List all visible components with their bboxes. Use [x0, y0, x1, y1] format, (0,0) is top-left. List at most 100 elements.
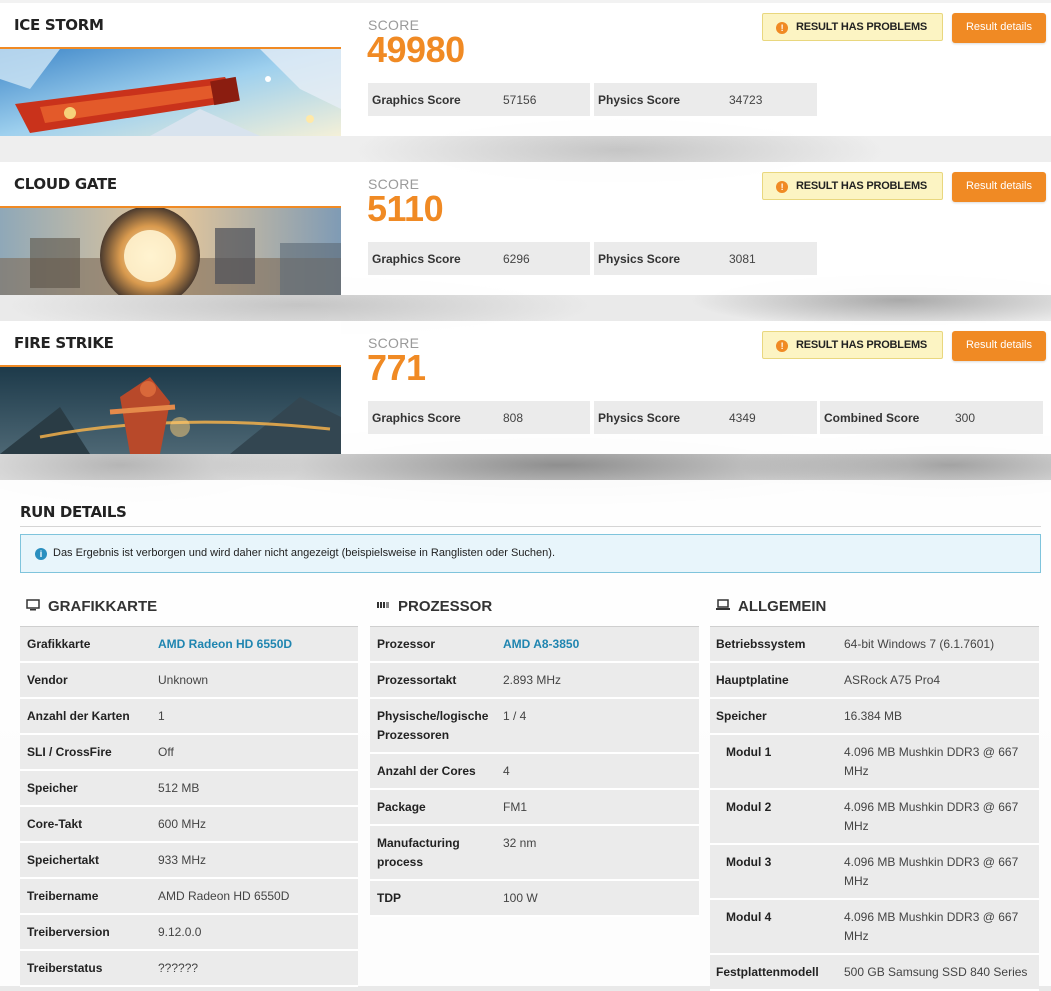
subscore-value: 6296 — [503, 252, 530, 266]
row-value: 600 MHz — [158, 817, 207, 831]
table-row: Treiberversion 9.12.0.0 — [20, 915, 358, 951]
general-table: Betriebssystem 64-bit Windows 7 (6.1.760… — [710, 626, 1039, 991]
physics-score: Physics Score 34723 — [594, 83, 817, 116]
row-value: 933 MHz — [158, 853, 207, 867]
physics-score: Physics Score 3081 — [594, 242, 817, 275]
table-row: Anzahl der Cores 4 — [370, 754, 699, 790]
result-details-button[interactable]: Result details — [952, 331, 1046, 361]
row-key: Festplattenmodell — [716, 965, 819, 979]
subscore-label: Physics Score — [598, 252, 681, 266]
subscore-label: Graphics Score — [372, 252, 461, 266]
row-value: 9.12.0.0 — [158, 925, 202, 939]
result-problems-badge[interactable]: ! RESULT HAS PROBLEMS — [762, 331, 943, 359]
laptop-icon — [716, 599, 730, 610]
benchmark-result: SCORE 5110 ! RESULT HAS PROBLEMS Result … — [341, 162, 1051, 295]
subscore-label: Graphics Score — [372, 93, 461, 107]
cpu-link[interactable]: AMD A8-3850 — [503, 635, 579, 654]
problems-label: RESULT HAS PROBLEMS — [796, 180, 928, 192]
warning-icon: ! — [776, 181, 788, 193]
combined-score: Combined Score 300 — [820, 401, 1043, 434]
row-value: Off — [158, 745, 174, 759]
row-value-continued: MHz — [844, 874, 869, 888]
benchmark-header: FIRE STRIKE — [0, 321, 341, 454]
subscore-value: 808 — [503, 411, 524, 425]
result-problems-badge[interactable]: ! RESULT HAS PROBLEMS — [762, 172, 943, 200]
subscore-value: 4349 — [729, 411, 756, 425]
result-details-button[interactable]: Result details — [952, 172, 1046, 202]
row-value: 100 W — [503, 891, 538, 905]
row-value-continued: MHz — [844, 764, 869, 778]
row-key: Physische/logische — [377, 709, 489, 723]
table-row: Hauptplatine ASRock A75 Pro4 — [710, 663, 1039, 699]
row-key: Treiberstatus — [27, 961, 103, 975]
graphics-score: Graphics Score 57156 — [368, 83, 590, 116]
gpu-heading: GRAFIKKARTE — [48, 598, 158, 615]
benchmark-result: SCORE 49980 ! RESULT HAS PROBLEMS Result… — [341, 3, 1051, 136]
table-row: SLI / CrossFire Off — [20, 735, 358, 771]
benchmark-card-ice-storm: ICE STORM SCORE 49980 ! RESULT HAS PROBL… — [0, 3, 1051, 136]
row-value: 4 — [503, 764, 510, 778]
gpu-link[interactable]: AMD Radeon HD 6550D — [158, 635, 292, 654]
result-details-button[interactable]: Result details — [952, 13, 1046, 43]
row-key: Grafikkarte — [27, 637, 91, 651]
row-key: Vendor — [27, 673, 68, 687]
row-key: TDP — [377, 891, 401, 905]
benchmark-title: ICE STORM — [14, 16, 104, 34]
row-value: 1 — [158, 709, 165, 723]
row-value: 4.096 MB Mushkin DDR3 @ 667 — [844, 800, 1019, 814]
row-value: 4.096 MB Mushkin DDR3 @ 667 — [844, 745, 1019, 759]
row-value: 16.384 MB — [844, 709, 903, 723]
row-value: 500 GB Samsung SSD 840 Series — [844, 965, 1028, 979]
subscore-value: 3081 — [729, 252, 756, 266]
row-key: Modul 3 — [726, 855, 772, 869]
row-key: Modul 4 — [726, 910, 772, 924]
row-key-continued: Prozessoren — [377, 728, 450, 742]
benchmark-title: CLOUD GATE — [14, 175, 117, 193]
subscore-value: 57156 — [503, 93, 537, 107]
row-key: Anzahl der Karten — [27, 709, 130, 723]
graphics-score: Graphics Score 6296 — [368, 242, 590, 275]
row-value: 512 MB — [158, 781, 200, 795]
graphics-score: Graphics Score 808 — [368, 401, 590, 434]
table-row: TDP 100 W — [370, 881, 699, 917]
row-value: AMD Radeon HD 6550D — [158, 889, 290, 903]
general-section: ALLGEMEIN Betriebssystem 64-bit Windows … — [710, 595, 1039, 991]
table-row: Physische/logische Prozessoren 1 / 4 — [370, 699, 699, 754]
row-key: Prozessortakt — [377, 673, 457, 687]
problems-label: RESULT HAS PROBLEMS — [796, 339, 928, 351]
table-row: Modul 4 4.096 MB Mushkin DDR3 @ 667 MHz — [710, 900, 1039, 955]
subscore-value: 300 — [955, 411, 976, 425]
row-key: Anzahl der Cores — [377, 764, 476, 778]
row-key-continued: process — [377, 855, 424, 869]
row-value: 64-bit Windows 7 (6.1.7601) — [844, 637, 995, 651]
cpu-heading: PROZESSOR — [398, 598, 493, 615]
row-key: Treiberversion — [27, 925, 110, 939]
row-key: Speicher — [27, 781, 78, 795]
table-row: Speicher 512 MB — [20, 771, 358, 807]
benchmark-card-fire-strike: FIRE STRIKE SCORE 771 ! RESULT HAS PROBL… — [0, 321, 1051, 454]
general-heading: ALLGEMEIN — [738, 598, 827, 615]
cpu-icon — [377, 602, 389, 608]
row-value: 32 nm — [503, 836, 537, 850]
table-row: Modul 1 4.096 MB Mushkin DDR3 @ 667 MHz — [710, 735, 1039, 790]
run-details-divider — [20, 526, 1041, 527]
subscore-label: Physics Score — [598, 411, 681, 425]
cpu-section: PROZESSOR Prozessor AMD A8-3850 Prozesso… — [370, 595, 699, 917]
table-row: Betriebssystem 64-bit Windows 7 (6.1.760… — [710, 627, 1039, 663]
table-row: Grafikkarte AMD Radeon HD 6550D — [20, 627, 358, 663]
row-key: Core-Takt — [27, 817, 83, 831]
problems-label: RESULT HAS PROBLEMS — [796, 21, 928, 33]
row-key: Modul 2 — [726, 800, 772, 814]
table-row: Prozessortakt 2.893 MHz — [370, 663, 699, 699]
subscore-value: 34723 — [729, 93, 763, 107]
result-problems-badge[interactable]: ! RESULT HAS PROBLEMS — [762, 13, 943, 41]
row-value-continued: MHz — [844, 819, 869, 833]
benchmark-header: ICE STORM — [0, 3, 341, 136]
table-row: Anzahl der Karten 1 — [20, 699, 358, 735]
benchmark-result: SCORE 771 ! RESULT HAS PROBLEMS Result d… — [341, 321, 1051, 454]
subscore-label: Graphics Score — [372, 411, 461, 425]
notice-text: Das Ergebnis ist verborgen und wird dahe… — [53, 547, 556, 559]
run-details-title: RUN DETAILS — [20, 503, 127, 521]
warning-icon: ! — [776, 22, 788, 34]
table-row: Modul 3 4.096 MB Mushkin DDR3 @ 667 MHz — [710, 845, 1039, 900]
